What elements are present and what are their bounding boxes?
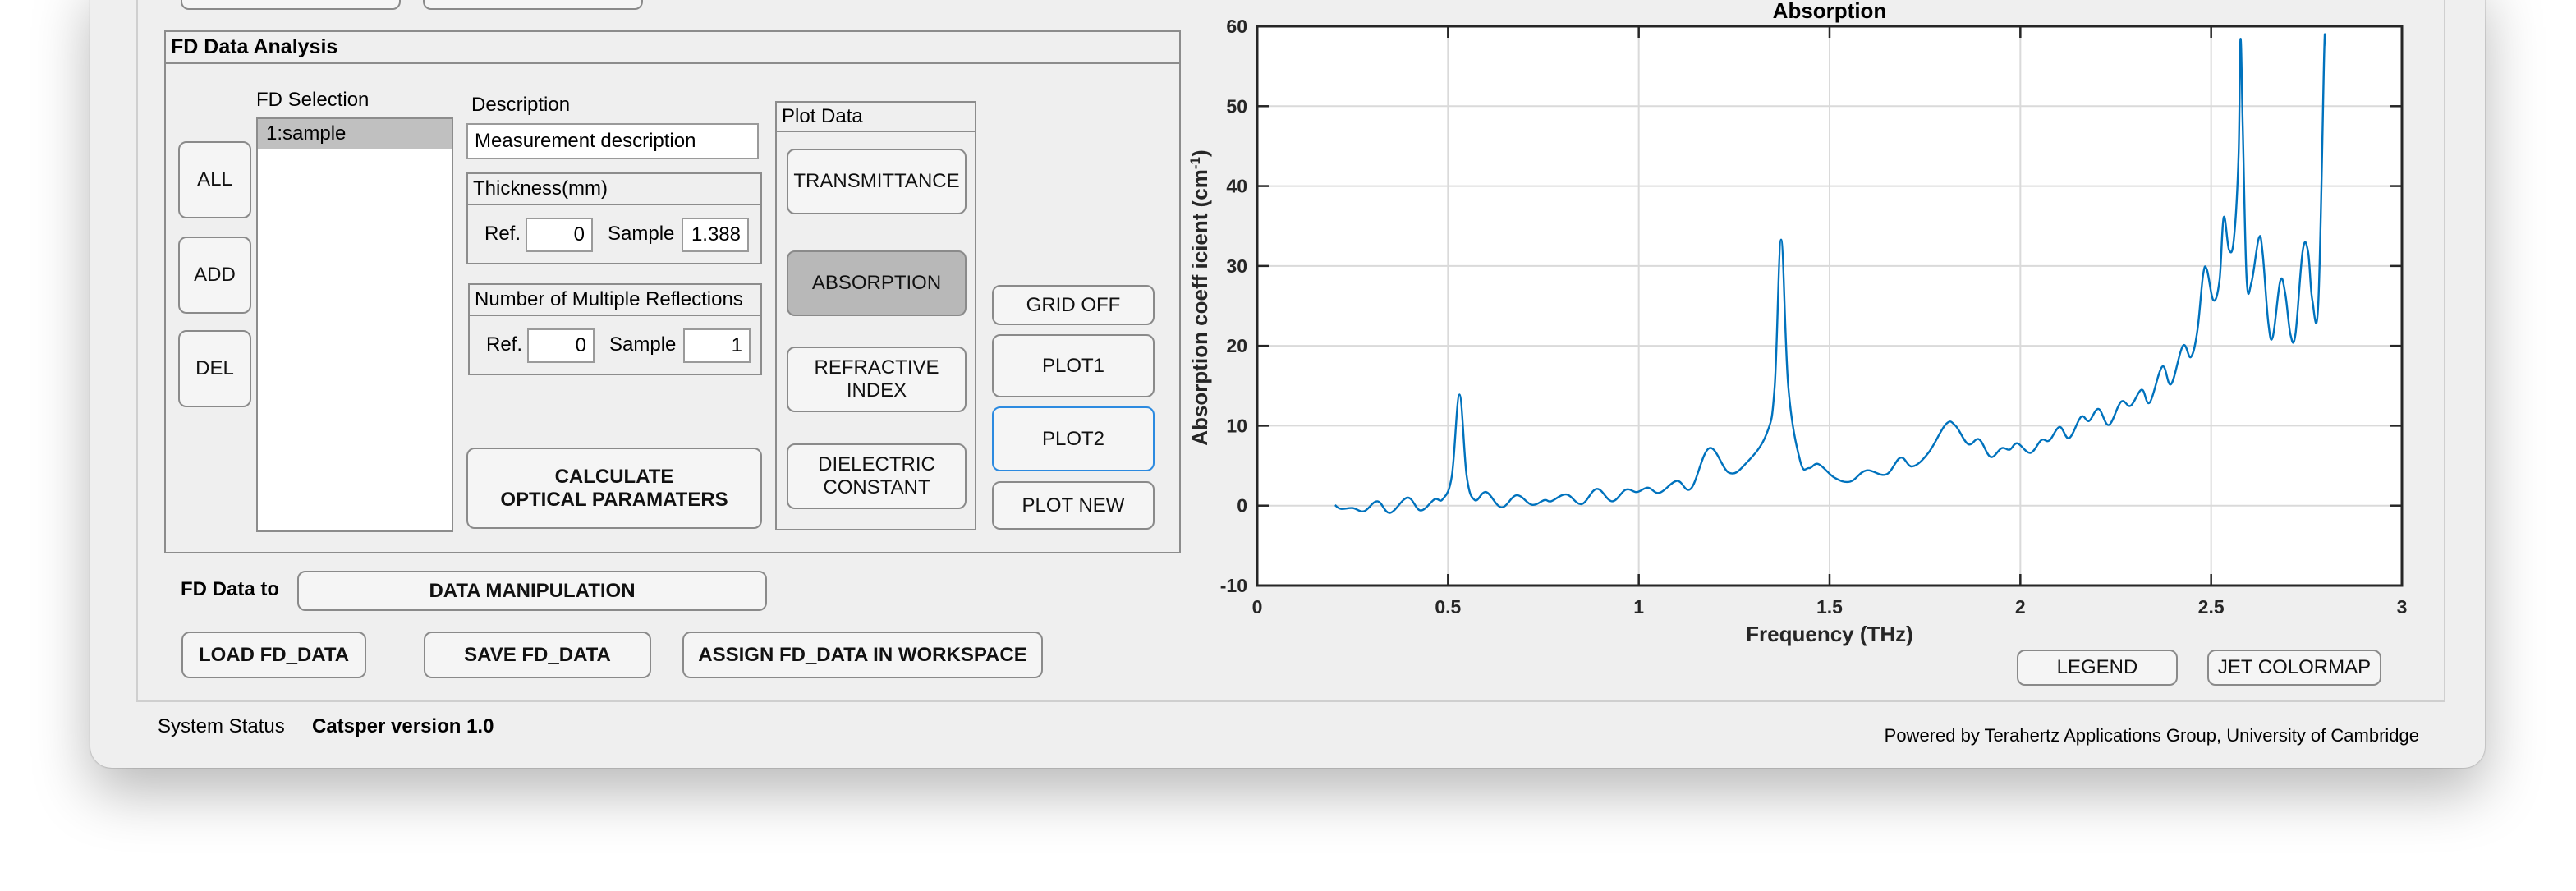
y-axis-label-main: Absorption coeff icient (cm: [1187, 169, 1212, 446]
y-axis-label-sup: -1: [1187, 157, 1203, 169]
y-tick-label: 10: [1226, 415, 1247, 436]
y-axis-label: Absorption coeff icient (cm-1): [1187, 149, 1213, 445]
x-tick-label: 2.5: [2198, 596, 2225, 618]
x-tick-label: 1: [1633, 596, 1644, 618]
x-tick-label: 0.5: [1435, 596, 1461, 618]
y-tick-label: 60: [1226, 16, 1247, 37]
x-tick-label: 3: [2397, 596, 2408, 618]
y-axis-label-end: ): [1187, 149, 1212, 157]
y-tick-label: 20: [1226, 335, 1247, 356]
x-axis-label: Frequency (THz): [1746, 622, 1913, 646]
x-tick-label: 2: [2015, 596, 2026, 618]
x-tick-label: 0: [1252, 596, 1263, 618]
y-tick-label: 0: [1237, 495, 1247, 517]
chart-title: Absorption: [1773, 0, 1887, 23]
y-tick-label: 40: [1226, 176, 1247, 197]
x-tick-label: 1.5: [1816, 596, 1843, 618]
y-tick-label: 30: [1226, 255, 1247, 277]
y-tick-label: -10: [1220, 575, 1247, 596]
absorption-chart[interactable]: 0 0.5 1 1.5 2 2.5 3-100102030405060 Absorption…: [0, 0, 2576, 891]
y-tick-label: 50: [1226, 95, 1247, 117]
